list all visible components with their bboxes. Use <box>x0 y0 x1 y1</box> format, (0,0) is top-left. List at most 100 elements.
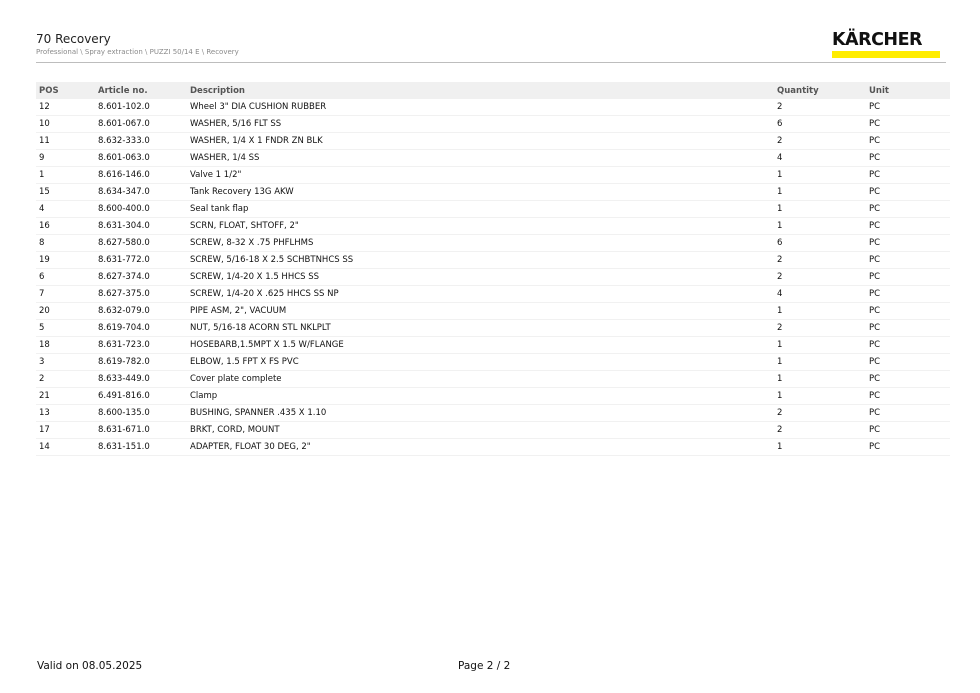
cell-description: NUT, 5/16-18 ACORN STL NKLPLT <box>187 319 774 337</box>
cell-article-no: 8.601-102.0 <box>95 99 187 116</box>
breadcrumb: Professional \ Spray extraction \ PUZZI … <box>36 48 239 56</box>
cell-article-no: 8.627-580.0 <box>95 234 187 252</box>
cell-quantity: 2 <box>774 251 866 269</box>
cell-description: Wheel 3" DIA CUSHION RUBBER <box>187 99 774 116</box>
page-title: 70 Recovery <box>36 32 111 46</box>
cell-unit: PC <box>866 438 950 456</box>
column-header-quantity: Quantity <box>777 85 819 96</box>
cell-quantity: 1 <box>774 336 866 354</box>
table-row: 9 8.601-063.0 WASHER, 1/4 SS 4 PC <box>36 149 950 167</box>
cell-quantity: 2 <box>774 421 866 439</box>
cell-pos: 5 <box>36 319 95 337</box>
cell-pos: 2 <box>36 370 95 388</box>
cell-pos: 7 <box>36 285 95 303</box>
cell-pos: 21 <box>36 387 95 405</box>
cell-pos: 9 <box>36 149 95 167</box>
page-header: 70 Recovery Professional \ Spray extract… <box>36 32 946 57</box>
cell-description: SCREW, 1/4-20 X .625 HHCS SS NP <box>187 285 774 303</box>
table-row: 8 8.627-580.0 SCREW, 8-32 X .75 PHFLHMS 6 PC <box>36 234 950 252</box>
cell-unit: PC <box>866 285 950 303</box>
cell-article-no: 8.601-067.0 <box>95 115 187 133</box>
table-row: 18 8.631-723.0 HOSEBARB,1.5MPT X 1.5 W/FLA… <box>36 336 950 354</box>
cell-quantity: 4 <box>774 149 866 167</box>
cell-pos: 4 <box>36 200 95 218</box>
cell-article-no: 8.631-772.0 <box>95 251 187 269</box>
table-row: 3 8.619-782.0 ELBOW, 1.5 FPT X FS PVC 1 PC <box>36 353 950 371</box>
cell-quantity: 2 <box>774 268 866 286</box>
cell-pos: 1 <box>36 166 95 184</box>
cell-description: WASHER, 5/16 FLT SS <box>187 115 774 133</box>
cell-description: ADAPTER, FLOAT 30 DEG, 2" <box>187 438 774 456</box>
cell-description: HOSEBARB,1.5MPT X 1.5 W/FLANGE <box>187 336 774 354</box>
table-header: POS Article no. Description Quantity Uni… <box>36 82 950 99</box>
cell-article-no: 8.627-375.0 <box>95 285 187 303</box>
cell-unit: PC <box>866 387 950 405</box>
table-row: 14 8.631-151.0 ADAPTER, FLOAT 30 DEG, 2" 1 P… <box>36 438 950 456</box>
cell-article-no: 8.631-304.0 <box>95 217 187 235</box>
cell-quantity: 6 <box>774 234 866 252</box>
logo-wordmark: KÄRCHER <box>832 30 923 50</box>
cell-pos: 3 <box>36 353 95 371</box>
table-row: 6 8.627-374.0 SCREW, 1/4-20 X 1.5 HHCS SS 2… <box>36 268 950 286</box>
karcher-logo: KÄRCHER <box>832 30 940 58</box>
table-row: 11 8.632-333.0 WASHER, 1/4 X 1 FNDR ZN BLK… <box>36 132 950 150</box>
cell-quantity: 1 <box>774 217 866 235</box>
cell-article-no: 8.634-347.0 <box>95 183 187 201</box>
table-row: 21 6.491-816.0 Clamp 1 PC <box>36 387 950 405</box>
cell-quantity: 1 <box>774 183 866 201</box>
cell-description: Clamp <box>187 387 774 405</box>
column-header-article: Article no. <box>98 85 148 96</box>
column-header-description: Description <box>190 85 245 96</box>
cell-description: SCREW, 5/16-18 X 2.5 SCHBTNHCS SS <box>187 251 774 269</box>
cell-article-no: 8.601-063.0 <box>95 149 187 167</box>
cell-unit: PC <box>866 251 950 269</box>
cell-pos: 6 <box>36 268 95 286</box>
table-row: 1 8.616-146.0 Valve 1 1/2" 1 PC <box>36 166 950 184</box>
table-row: 17 8.631-671.0 BRKT, CORD, MOUNT 2 PC <box>36 421 950 439</box>
cell-article-no: 8.619-704.0 <box>95 319 187 337</box>
column-header-unit: Unit <box>869 85 889 96</box>
cell-pos: 8 <box>36 234 95 252</box>
cell-unit: PC <box>866 234 950 252</box>
cell-article-no: 8.619-782.0 <box>95 353 187 371</box>
parts-table: POS Article no. Description Quantity Uni… <box>36 82 950 456</box>
cell-description: SCREW, 8-32 X .75 PHFLHMS <box>187 234 774 252</box>
cell-quantity: 1 <box>774 166 866 184</box>
cell-unit: PC <box>866 217 950 235</box>
cell-unit: PC <box>866 268 950 286</box>
cell-quantity: 2 <box>774 99 866 116</box>
cell-article-no: 8.632-079.0 <box>95 302 187 320</box>
table-row: 15 8.634-347.0 Tank Recovery 13G AKW 1 PC <box>36 183 950 201</box>
cell-pos: 14 <box>36 438 95 456</box>
cell-quantity: 2 <box>774 404 866 422</box>
cell-unit: PC <box>866 404 950 422</box>
cell-quantity: 1 <box>774 353 866 371</box>
cell-quantity: 1 <box>774 438 866 456</box>
cell-unit: PC <box>866 99 950 116</box>
cell-quantity: 2 <box>774 132 866 150</box>
header-divider <box>36 62 946 63</box>
cell-unit: PC <box>866 336 950 354</box>
cell-description: Seal tank flap <box>187 200 774 218</box>
cell-unit: PC <box>866 149 950 167</box>
cell-pos: 10 <box>36 115 95 133</box>
cell-unit: PC <box>866 421 950 439</box>
table-row: 10 8.601-067.0 WASHER, 5/16 FLT SS 6 PC <box>36 115 950 133</box>
table-row: 7 8.627-375.0 SCREW, 1/4-20 X .625 HHCS SS… <box>36 285 950 303</box>
table-body: 12 8.601-102.0 Wheel 3" DIA CUSHION RUBBER… <box>36 99 950 456</box>
table-row: 4 8.600-400.0 Seal tank flap 1 PC <box>36 200 950 218</box>
cell-description: BRKT, CORD, MOUNT <box>187 421 774 439</box>
table-row: 5 8.619-704.0 NUT, 5/16-18 ACORN STL NKLPL… <box>36 319 950 337</box>
logo-yellow-bar <box>832 51 940 58</box>
cell-quantity: 6 <box>774 115 866 133</box>
cell-unit: PC <box>866 302 950 320</box>
cell-description: SCREW, 1/4-20 X 1.5 HHCS SS <box>187 268 774 286</box>
cell-pos: 17 <box>36 421 95 439</box>
cell-unit: PC <box>866 200 950 218</box>
header-row: POS Article no. Description Quantity Uni… <box>36 82 950 99</box>
table-row: 16 8.631-304.0 SCRN, FLOAT, SHTOFF, 2" 1 PC <box>36 217 950 235</box>
cell-article-no: 8.632-333.0 <box>95 132 187 150</box>
cell-article-no: 8.627-374.0 <box>95 268 187 286</box>
cell-quantity: 1 <box>774 302 866 320</box>
cell-pos: 20 <box>36 302 95 320</box>
